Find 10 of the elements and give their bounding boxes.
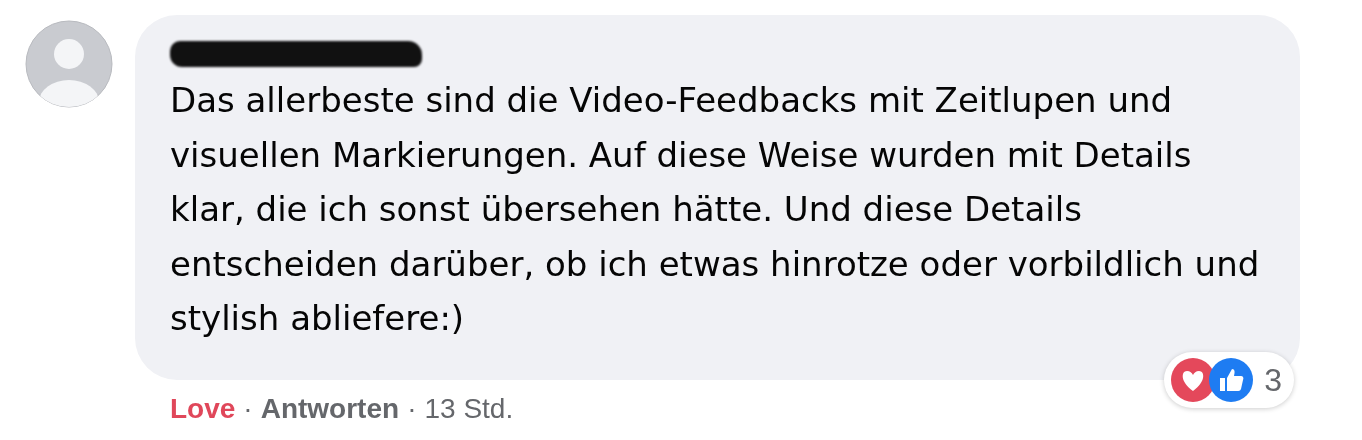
- reply-link[interactable]: Antworten: [260, 388, 400, 430]
- thumbs-up-icon: [1208, 357, 1255, 403]
- reaction-link[interactable]: Love: [170, 388, 236, 430]
- comment-text: Das allerbeste sind die Video-Feedbacks mit Zeitlupen und visuellen Markierungen. Auf diese Weise wurden mit Details klar, die ich sonst übersehen hätte. Und diese Details entscheiden darüber, ob ich etwas hinrotze oder vorbildlich und stylish abliefere:): [170, 79, 1260, 340]
- avatar-icon: [25, 20, 113, 108]
- separator-dot: ·: [243, 392, 253, 426]
- separator-dot: ·: [407, 392, 417, 426]
- reaction-count: 3: [1264, 364, 1282, 396]
- timestamp: 13 Std.: [424, 392, 514, 426]
- reactions-pill[interactable]: 3: [1164, 352, 1294, 408]
